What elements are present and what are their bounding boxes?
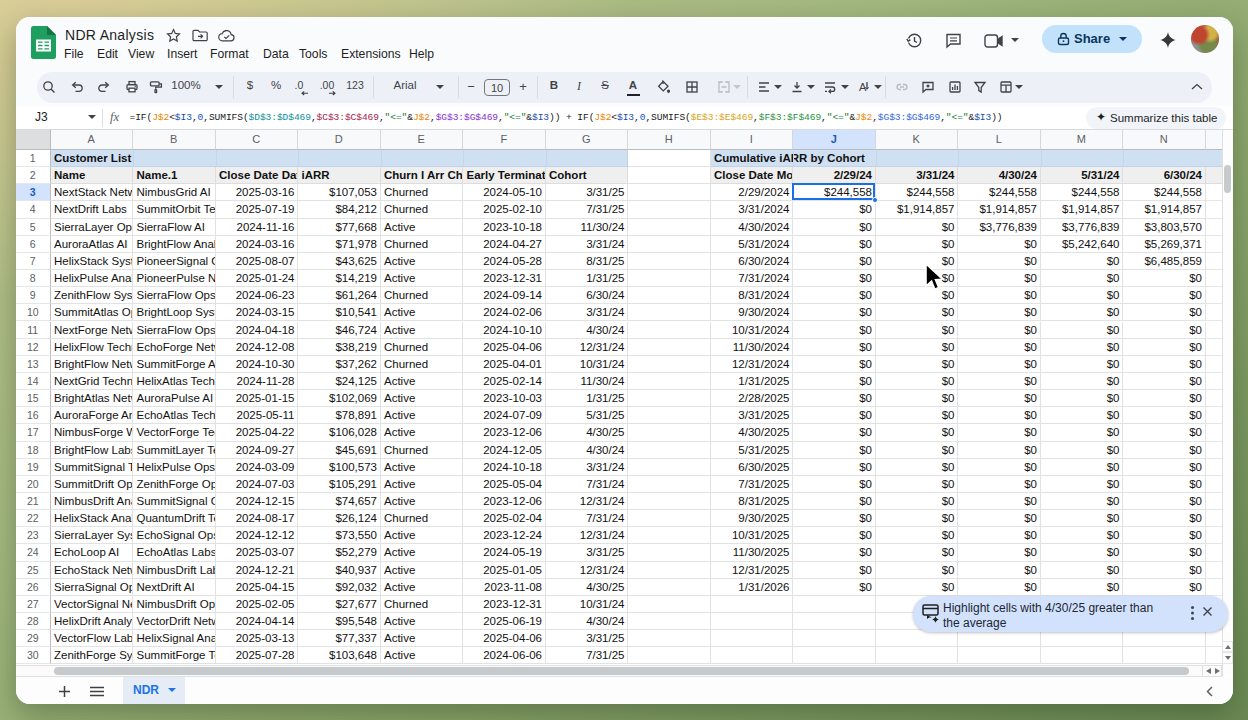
svg-text:A: A — [859, 81, 867, 93]
